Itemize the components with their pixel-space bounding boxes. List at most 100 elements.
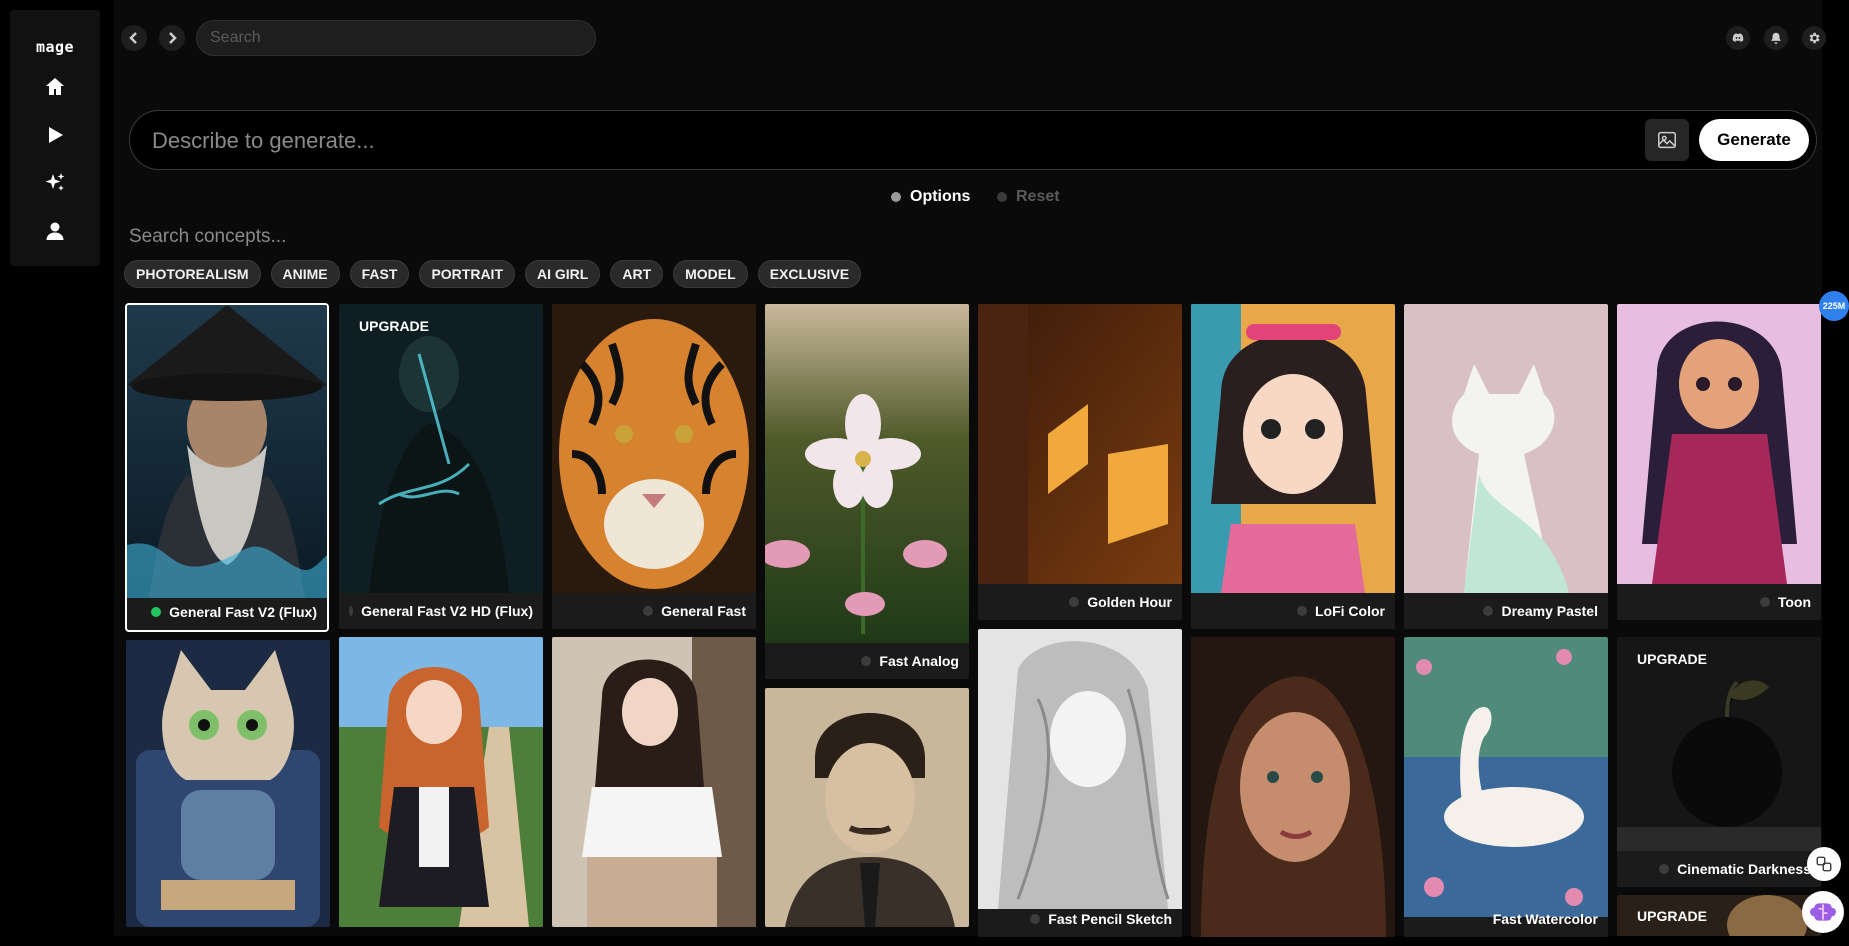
upgrade-badge: UPGRADE — [359, 318, 430, 334]
generate-button[interactable]: Generate — [1699, 119, 1809, 161]
translate-icon — [1816, 856, 1832, 872]
tag-exclusive[interactable]: EXCLUSIVE — [757, 260, 862, 288]
tag-art[interactable]: ART — [610, 260, 664, 288]
search-concepts-input[interactable] — [127, 222, 631, 252]
model-name: Cinematic Darkness — [1677, 861, 1811, 877]
upgrade-badge: UPGRADE — [1637, 908, 1708, 924]
model-card-asian-woman[interactable] — [552, 637, 756, 927]
model-label: Fast Analog — [765, 643, 969, 679]
inactive-indicator — [1297, 606, 1307, 616]
brain-icon — [1810, 903, 1836, 921]
model-card-golden-hour[interactable]: Golden Hour — [978, 304, 1182, 620]
lofi-girl-image — [1191, 304, 1395, 593]
usage-badge[interactable]: 225M — [1819, 291, 1849, 321]
sparkles-icon[interactable] — [43, 171, 67, 195]
options-toggle[interactable]: Options — [891, 188, 970, 206]
model-name: General Fast — [661, 603, 746, 619]
reset-button[interactable]: Reset — [997, 188, 1060, 206]
model-card-lofi-color[interactable]: LoFi Color — [1191, 304, 1395, 629]
options-label: Options — [910, 188, 971, 205]
model-label: General Fast V2 HD (Flux) — [339, 593, 543, 629]
chevron-right-icon — [169, 32, 177, 44]
tag-portrait[interactable]: PORTRAIT — [419, 260, 515, 288]
pencil-sketch-image — [978, 629, 1182, 909]
reset-label: Reset — [1016, 188, 1060, 205]
model-card-dreamy-pastel[interactable]: Dreamy Pastel — [1404, 304, 1608, 629]
user-icon[interactable] — [43, 219, 67, 243]
model-card-toon[interactable]: Toon — [1617, 304, 1821, 620]
model-label: Fast Watercolor — [1404, 901, 1608, 937]
model-card-cat[interactable] — [126, 640, 330, 927]
tag-photorealism[interactable]: PHOTOREALISM — [124, 260, 261, 288]
tiger-image — [552, 304, 756, 593]
gear-icon[interactable] — [1802, 26, 1826, 50]
logo[interactable]: mage — [10, 38, 100, 56]
model-name: Fast Pencil Sketch — [1048, 911, 1172, 927]
model-card-anime-girl[interactable] — [339, 637, 543, 927]
model-card-woman-portrait[interactable] — [1191, 637, 1395, 937]
model-label: LoFi Color — [1191, 593, 1395, 629]
golden-hour-image — [978, 304, 1182, 584]
search-input[interactable] — [196, 20, 596, 56]
options-dot — [891, 192, 901, 202]
model-card-general-fast-v2-hd-flux[interactable]: UPGRADE General Fast V2 HD (Flux) — [339, 304, 543, 629]
image-icon — [1658, 131, 1676, 149]
prompt-input[interactable] — [150, 123, 1654, 159]
model-name: General Fast V2 (Flux) — [169, 604, 317, 620]
model-card-general-fast[interactable]: General Fast — [552, 304, 756, 629]
woman-image — [552, 637, 756, 927]
dark-apple-image — [1617, 637, 1821, 851]
inactive-indicator — [1759, 597, 1770, 607]
flower-image — [765, 304, 969, 643]
assistant-button[interactable] — [1802, 891, 1844, 933]
model-card-fast-watercolor[interactable]: Fast Watercolor — [1404, 637, 1608, 937]
model-card-fast-pencil-sketch[interactable]: Fast Pencil Sketch — [978, 629, 1182, 937]
model-name: Fast Watercolor — [1492, 911, 1598, 927]
model-name: Toon — [1777, 594, 1811, 610]
image-upload-button[interactable] — [1645, 119, 1689, 161]
model-label: General Fast — [552, 593, 756, 629]
tag-anime[interactable]: ANIME — [270, 260, 340, 288]
translate-button[interactable] — [1807, 847, 1841, 881]
forward-button[interactable] — [159, 25, 185, 51]
model-label: Cinematic Darkness — [1617, 851, 1821, 887]
active-indicator — [151, 607, 162, 617]
model-card-fast-analog[interactable]: Fast Analog — [765, 304, 969, 679]
model-card-upgrade[interactable]: UPGRADE — [1617, 895, 1821, 936]
inactive-indicator — [1030, 914, 1041, 924]
model-label: Fast Pencil Sketch — [978, 901, 1182, 937]
play-icon[interactable] — [43, 123, 67, 147]
pastel-dog-image — [1404, 304, 1608, 593]
model-card-vintage-man[interactable] — [765, 688, 969, 927]
upgrade-badge: UPGRADE — [1637, 651, 1708, 667]
home-icon[interactable] — [43, 75, 67, 99]
model-name: Fast Analog — [879, 653, 959, 669]
toon-girl-image — [1617, 304, 1821, 584]
anime-girl-image — [339, 637, 543, 927]
tag-model[interactable]: MODEL — [673, 260, 748, 288]
model-card-general-fast-v2-flux[interactable]: General Fast V2 (Flux) — [125, 303, 329, 632]
discord-icon[interactable] — [1726, 26, 1750, 50]
inactive-indicator — [1483, 606, 1494, 616]
sidebar: mage — [10, 10, 100, 266]
inactive-indicator — [643, 606, 654, 616]
model-card-cinematic-darkness[interactable]: UPGRADE Cinematic Darkness — [1617, 637, 1821, 887]
inactive-indicator — [349, 606, 354, 616]
tag-fast[interactable]: FAST — [349, 260, 410, 288]
chevron-left-icon — [129, 32, 137, 44]
bell-icon[interactable] — [1764, 26, 1788, 50]
model-name: General Fast V2 HD (Flux) — [361, 603, 533, 619]
tag-ai-girl[interactable]: AI GIRL — [525, 260, 601, 288]
back-button[interactable] — [121, 25, 147, 51]
inactive-indicator — [1069, 597, 1080, 607]
cat-image — [126, 640, 330, 927]
wizard-image — [127, 305, 327, 598]
concept-tags: PHOTOREALISM ANIME FAST PORTRAIT AI GIRL… — [124, 260, 862, 288]
sorceress-image — [339, 304, 543, 593]
model-label: Dreamy Pastel — [1404, 593, 1608, 629]
model-name: Golden Hour — [1087, 594, 1172, 610]
inactive-indicator — [1659, 864, 1670, 874]
prompt-bar: Generate — [129, 110, 1817, 170]
model-name: Dreamy Pastel — [1501, 603, 1598, 619]
model-name: LoFi Color — [1315, 603, 1385, 619]
